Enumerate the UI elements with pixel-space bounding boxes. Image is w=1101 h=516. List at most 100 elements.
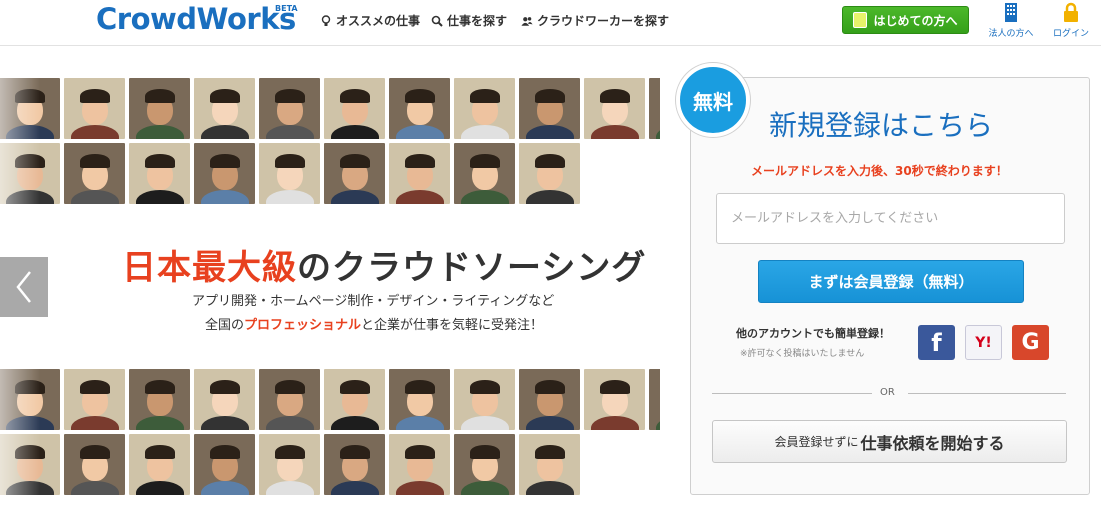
nav-label: 仕事を探す (447, 14, 508, 28)
photo-hair (79, 153, 110, 168)
photo-body (5, 416, 54, 430)
photo-hair (14, 379, 45, 394)
member-photo (64, 143, 125, 204)
beginners-guide-label: はじめての方へ (873, 13, 958, 28)
photo-hair (404, 88, 435, 103)
hero-subtext-2b: と企業が仕事を気軽に受発注！ (361, 318, 544, 333)
yahoo-login-button[interactable]: Y! (965, 325, 1002, 360)
post-job-button[interactable]: 会員登録せずに 仕事依頼を開始する (712, 420, 1067, 463)
photo-body (265, 125, 314, 139)
photo-body (525, 481, 574, 495)
photo-body (395, 416, 444, 430)
signup-title: 新規登録はこちら (769, 109, 994, 142)
photo-body (70, 190, 119, 204)
google-icon: G (1021, 330, 1040, 355)
member-photo (519, 78, 580, 139)
login-link[interactable]: ログイン (1050, 2, 1092, 39)
photo-body (395, 125, 444, 139)
photo-body (460, 125, 509, 139)
member-photos-top (0, 78, 710, 204)
member-photo (584, 369, 645, 430)
photo-body (5, 481, 54, 495)
member-photo (64, 369, 125, 430)
member-photos-bottom (0, 369, 710, 495)
nav-label: クラウドワーカーを探す (537, 14, 670, 28)
member-photo (389, 369, 450, 430)
member-photo (194, 143, 255, 204)
lightbulb-icon (321, 14, 331, 26)
photo-hair (144, 444, 175, 459)
nav-find-jobs[interactable]: 仕事を探す (431, 12, 507, 29)
member-photo (584, 78, 645, 139)
photo-body (135, 125, 184, 139)
photo-mask (660, 360, 690, 500)
photo-hair (209, 153, 240, 168)
photo-hair (79, 88, 110, 103)
social-signup-label: 他のアカウントでも簡単登録！ (736, 327, 890, 340)
carousel-prev-button[interactable] (0, 257, 48, 317)
crowdworks-logo[interactable]: CrowdWorks (96, 2, 296, 36)
photo-body (200, 481, 249, 495)
post-job-big-label: 仕事依頼を開始する (860, 433, 1005, 453)
member-photo (389, 78, 450, 139)
photo-hair (534, 444, 565, 459)
photo-hair (534, 379, 565, 394)
signup-note: メールアドレスを入力後、30秒で終わります！ (751, 164, 1008, 178)
divider (908, 393, 1066, 394)
photo-hair (14, 88, 45, 103)
photo-body (5, 190, 54, 204)
photo-hair (79, 444, 110, 459)
photo-hair (404, 379, 435, 394)
facebook-login-button[interactable]: f (918, 325, 955, 360)
photo-body (590, 125, 639, 139)
photo-hair (404, 153, 435, 168)
photo-body (200, 125, 249, 139)
photo-hair (144, 88, 175, 103)
photo-hair (339, 379, 370, 394)
photo-hair (339, 88, 370, 103)
photo-body (330, 190, 379, 204)
member-photo (454, 434, 515, 495)
photo-body (5, 125, 54, 139)
photo-hair (599, 88, 630, 103)
register-button[interactable]: まずは会員登録（無料） (758, 260, 1024, 303)
member-photo (519, 143, 580, 204)
hero-subtext-2: 全国のプロフェッショナルと企業が仕事を気軽に受発注！ (205, 314, 543, 333)
hero-headline-rest: のクラウドソーシング (297, 248, 647, 288)
email-input[interactable] (716, 193, 1065, 244)
photo-hair (404, 444, 435, 459)
photo-hair (79, 379, 110, 394)
nav-recommended-jobs[interactable]: オススメの仕事 (320, 12, 420, 29)
member-photo (519, 369, 580, 430)
photo-body (265, 481, 314, 495)
photo-body (135, 481, 184, 495)
photo-hair (469, 444, 500, 459)
hero-subtext-1: アプリ開発・ホームページ制作・デザイン・ライティングなど (192, 294, 555, 309)
search-icon (431, 15, 443, 27)
photo-body (460, 416, 509, 430)
member-photo (64, 78, 125, 139)
photo-body (525, 190, 574, 204)
google-login-button[interactable]: G (1012, 325, 1049, 360)
facebook-icon: f (931, 328, 942, 357)
photo-body (330, 125, 379, 139)
photo-hair (14, 153, 45, 168)
member-photo (324, 78, 385, 139)
member-photo (454, 78, 515, 139)
photo-hair (209, 88, 240, 103)
member-photo (194, 434, 255, 495)
member-photo (194, 78, 255, 139)
nav-label: オススメの仕事 (336, 14, 421, 28)
users-icon (521, 16, 533, 26)
member-photo (0, 143, 60, 204)
corporate-label: 法人の方へ (988, 29, 1034, 39)
nav-find-workers[interactable]: クラウドワーカーを探す (521, 12, 669, 29)
member-photo (519, 434, 580, 495)
lock-icon (1064, 2, 1078, 22)
beginners-guide-button[interactable]: はじめての方へ (842, 6, 969, 34)
photo-body (525, 416, 574, 430)
member-photo (324, 143, 385, 204)
site-header: CrowdWorks BETA オススメの仕事 仕事を探す クラウドワーカーを探… (0, 0, 1101, 46)
or-divider-text: OR (880, 387, 895, 398)
corporate-link[interactable]: 法人の方へ (985, 2, 1037, 39)
